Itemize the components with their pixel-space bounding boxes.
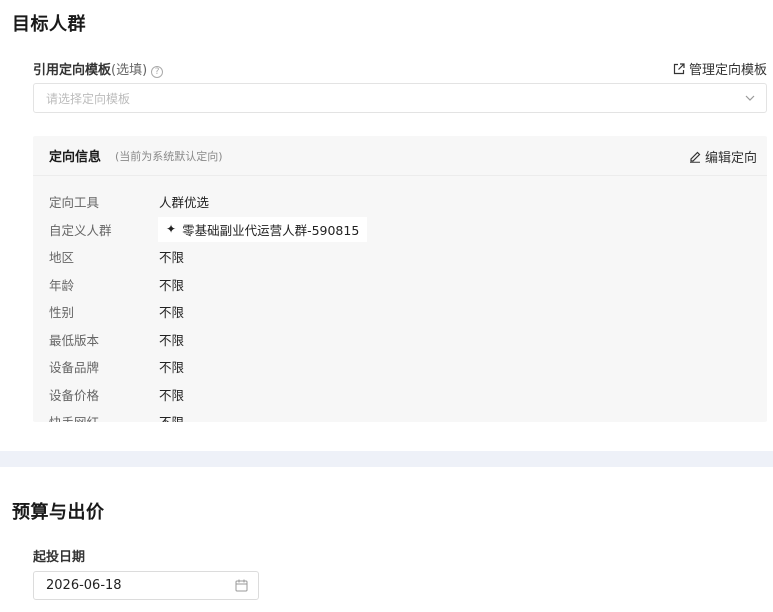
info-row-value: 不限 bbox=[159, 250, 185, 266]
calendar-icon bbox=[235, 579, 248, 592]
info-row-value: 不限 bbox=[159, 360, 185, 376]
edit-targeting-label: 编辑定向 bbox=[704, 151, 757, 166]
info-row-label: 地区 bbox=[49, 250, 75, 266]
info-row-label: 自定义人群 bbox=[49, 222, 112, 238]
template-select-placeholder: 请选择定向模板 bbox=[46, 91, 131, 106]
info-row-label: 性别 bbox=[49, 305, 75, 321]
start-date-label: 起投日期 bbox=[33, 550, 86, 565]
audience-section-title: 目标人群 bbox=[12, 14, 86, 35]
targeting-info-panel: 定向信息 (当前为系统默认定向) 编辑定向 定向工具 人群优选 自定义人群 ✦ … bbox=[33, 136, 767, 422]
info-row-age: 年龄 不限 bbox=[49, 271, 367, 299]
budget-section-title: 预算与出价 bbox=[12, 502, 105, 523]
pencil-icon bbox=[689, 151, 701, 163]
targeting-info-note: (当前为系统默认定向) bbox=[115, 149, 223, 163]
targeting-info-rows: 定向工具 人群优选 自定义人群 ✦ 零基础副业代运营人群-590815 地区 不… bbox=[49, 188, 368, 422]
info-row-value: 不限 bbox=[159, 387, 185, 403]
info-row-value: 不限 bbox=[159, 277, 185, 293]
info-row-device-price: 设备价格 不限 bbox=[49, 381, 367, 409]
manage-templates-label: 管理定向模板 bbox=[688, 63, 767, 78]
info-row-device-brand: 设备品牌 不限 bbox=[49, 353, 367, 381]
sparkle-icon: ✦ bbox=[166, 222, 177, 237]
start-date-input[interactable]: 2026-06-18 bbox=[33, 571, 259, 600]
template-optional-text: (选填) bbox=[111, 63, 148, 78]
start-date-value: 2026-06-18 bbox=[46, 578, 122, 593]
chevron-down-icon bbox=[745, 95, 755, 101]
info-row-label: 设备价格 bbox=[49, 387, 100, 403]
info-row-label: 年龄 bbox=[49, 277, 75, 293]
targeting-info-header: 定向信息 (当前为系统默认定向) 编辑定向 bbox=[33, 136, 767, 176]
info-row-label: 定向工具 bbox=[49, 195, 100, 211]
template-field-label: 引用定向模板(选填)? bbox=[33, 59, 164, 78]
info-row-min-version: 最低版本 不限 bbox=[49, 326, 367, 354]
info-row-value: 不限 bbox=[159, 305, 185, 321]
info-row-label: 快手网红 bbox=[49, 412, 159, 422]
external-link-icon bbox=[673, 62, 685, 74]
template-label-text: 引用定向模板 bbox=[33, 63, 112, 78]
edit-targeting-button[interactable]: 编辑定向 bbox=[689, 147, 757, 166]
info-row-value: 人群优选 bbox=[159, 195, 210, 211]
info-row-value: 不限 bbox=[159, 412, 184, 422]
info-row-value: 不限 bbox=[159, 332, 185, 348]
template-select[interactable]: 请选择定向模板 bbox=[33, 83, 767, 113]
info-row-region: 地区 不限 bbox=[49, 243, 367, 271]
targeting-info-title: 定向信息 bbox=[49, 150, 102, 165]
custom-audience-tag[interactable]: ✦ 零基础副业代运营人群-590815 bbox=[158, 216, 368, 242]
info-row-label: 最低版本 bbox=[49, 332, 100, 348]
manage-templates-link[interactable]: 管理定向模板 bbox=[673, 59, 767, 78]
custom-audience-name: 零基础副业代运营人群-590815 bbox=[182, 222, 360, 238]
info-row-label: 设备品牌 bbox=[49, 360, 100, 376]
info-row-custom-audience: 自定义人群 ✦ 零基础副业代运营人群-590815 bbox=[49, 216, 368, 244]
help-icon[interactable]: ? bbox=[151, 66, 164, 78]
section-divider bbox=[0, 451, 773, 467]
info-row-influencer: 快手网红 不限 bbox=[49, 408, 367, 422]
info-row-tool: 定向工具 人群优选 bbox=[49, 188, 367, 216]
info-row-gender: 性别 不限 bbox=[49, 298, 367, 326]
